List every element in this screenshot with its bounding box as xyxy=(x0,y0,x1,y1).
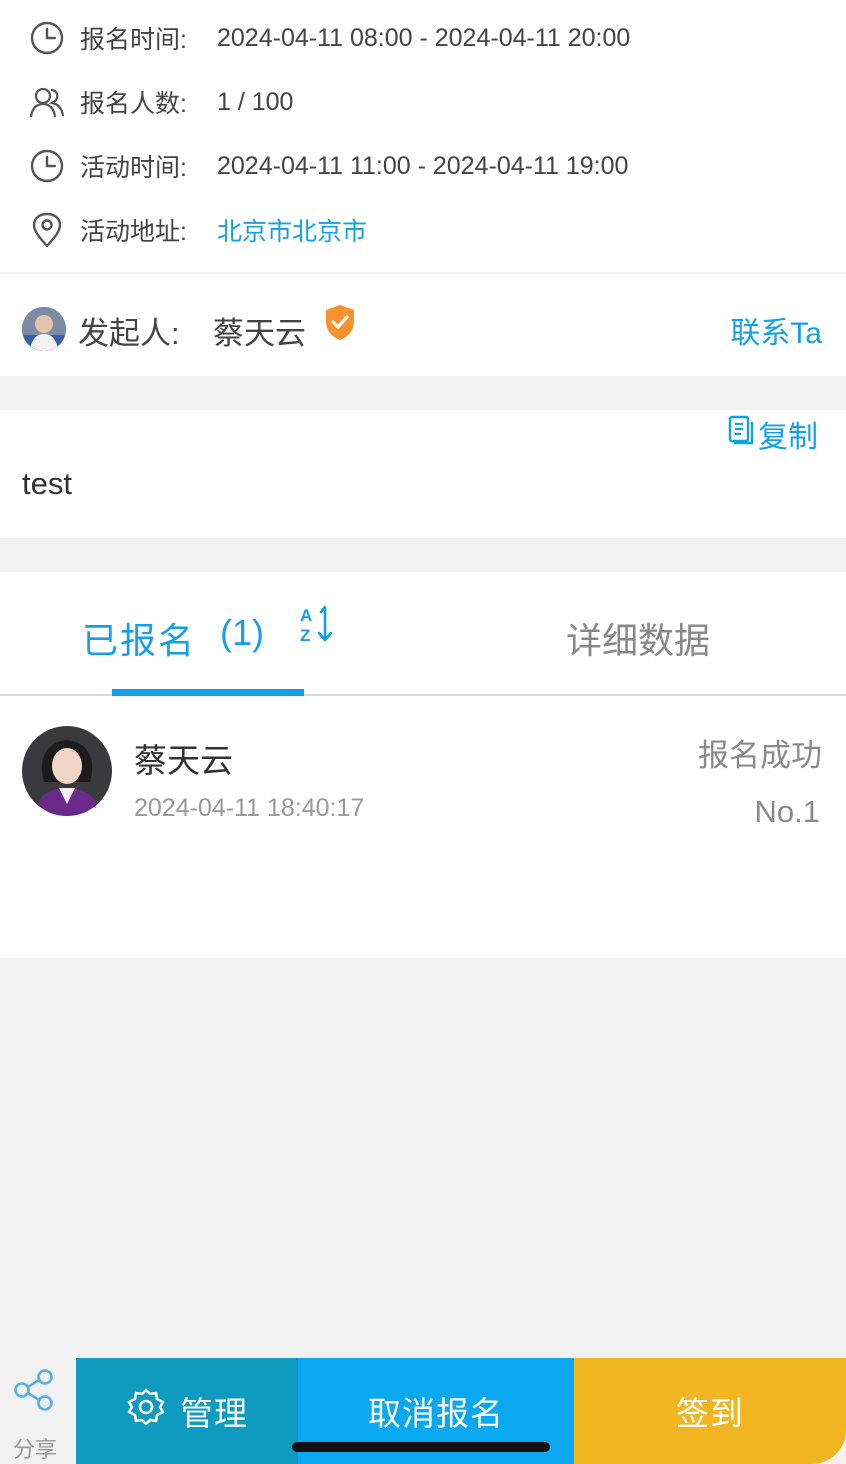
description-section: 复制 test xyxy=(0,410,846,538)
registrants-card: 已报名 (1) A Z 详细数据 蔡天云 2024-04-11 18:40:17… xyxy=(0,572,846,958)
participants-row: 报名人数: 1 / 100 xyxy=(0,82,846,122)
cancel-registration-label: 取消报名 xyxy=(368,1395,504,1432)
gear-icon xyxy=(126,1387,166,1435)
copy-label: 复制 xyxy=(758,421,818,454)
manage-label: 管理 xyxy=(180,1395,248,1432)
event-info-section: 报名时间: 2024-04-11 08:00 - 2024-04-11 20:0… xyxy=(0,0,846,272)
home-indicator xyxy=(292,1442,550,1452)
svg-text:A: A xyxy=(300,606,312,625)
active-tab-indicator xyxy=(112,689,304,696)
tab-detailed-data[interactable]: 详细数据 xyxy=(566,612,710,664)
check-in-button[interactable]: 签到 xyxy=(574,1358,846,1464)
participants-value: 1 / 100 xyxy=(217,87,294,116)
verified-shield-icon xyxy=(324,304,356,347)
share-label: 分享 xyxy=(12,1437,57,1462)
description-text: test xyxy=(22,466,72,501)
registrant-status: 报名成功 xyxy=(698,738,822,773)
tab-signed-up[interactable]: 已报名 xyxy=(82,612,196,664)
clock-icon xyxy=(28,19,66,57)
tab-signed-count[interactable]: (1) xyxy=(220,612,264,654)
sort-az-icon[interactable]: A Z xyxy=(298,604,338,651)
avatar xyxy=(22,726,112,816)
address-label: 活动地址: xyxy=(80,218,187,246)
registrant-name: 蔡天云 xyxy=(134,742,233,779)
organizer-section: 发起人: 蔡天云 联系Ta xyxy=(0,273,846,376)
clock-icon xyxy=(28,147,66,185)
activity-time-row: 活动时间: 2024-04-11 11:00 - 2024-04-11 19:0… xyxy=(0,146,846,186)
address-link[interactable]: 北京市北京市 xyxy=(217,212,367,248)
tab-bar: 已报名 (1) A Z 详细数据 xyxy=(0,572,846,696)
manage-button[interactable]: 管理 xyxy=(76,1358,298,1464)
registrant-time: 2024-04-11 18:40:17 xyxy=(134,794,365,822)
check-in-label: 签到 xyxy=(676,1395,744,1432)
activity-time-value: 2024-04-11 11:00 - 2024-04-11 19:00 xyxy=(217,151,629,180)
registration-time-row: 报名时间: 2024-04-11 08:00 - 2024-04-11 20:0… xyxy=(0,18,846,58)
address-row: 活动地址: 北京市北京市 xyxy=(0,210,846,250)
organizer-avatar[interactable] xyxy=(22,307,66,351)
registration-time-value: 2024-04-11 08:00 - 2024-04-11 20:00 xyxy=(217,23,631,52)
share-button[interactable]: 分享 xyxy=(0,1358,76,1464)
contact-organizer-link[interactable]: 联系Ta xyxy=(730,308,822,352)
copy-button[interactable]: 复制 xyxy=(728,412,818,456)
svg-text:Z: Z xyxy=(300,626,310,645)
share-icon xyxy=(12,1368,56,1417)
activity-time-label: 活动时间: xyxy=(80,154,187,182)
users-icon xyxy=(28,83,66,121)
copy-icon xyxy=(728,415,754,453)
organizer-name: 蔡天云 xyxy=(213,316,306,351)
organizer-label: 发起人: xyxy=(78,316,180,351)
registrant-number: No.1 xyxy=(754,794,820,829)
registrant-row[interactable]: 蔡天云 2024-04-11 18:40:17 报名成功 No.1 xyxy=(0,722,846,829)
registration-time-label: 报名时间: xyxy=(80,26,187,54)
location-pin-icon xyxy=(28,211,66,249)
participants-label: 报名人数: xyxy=(80,90,187,118)
